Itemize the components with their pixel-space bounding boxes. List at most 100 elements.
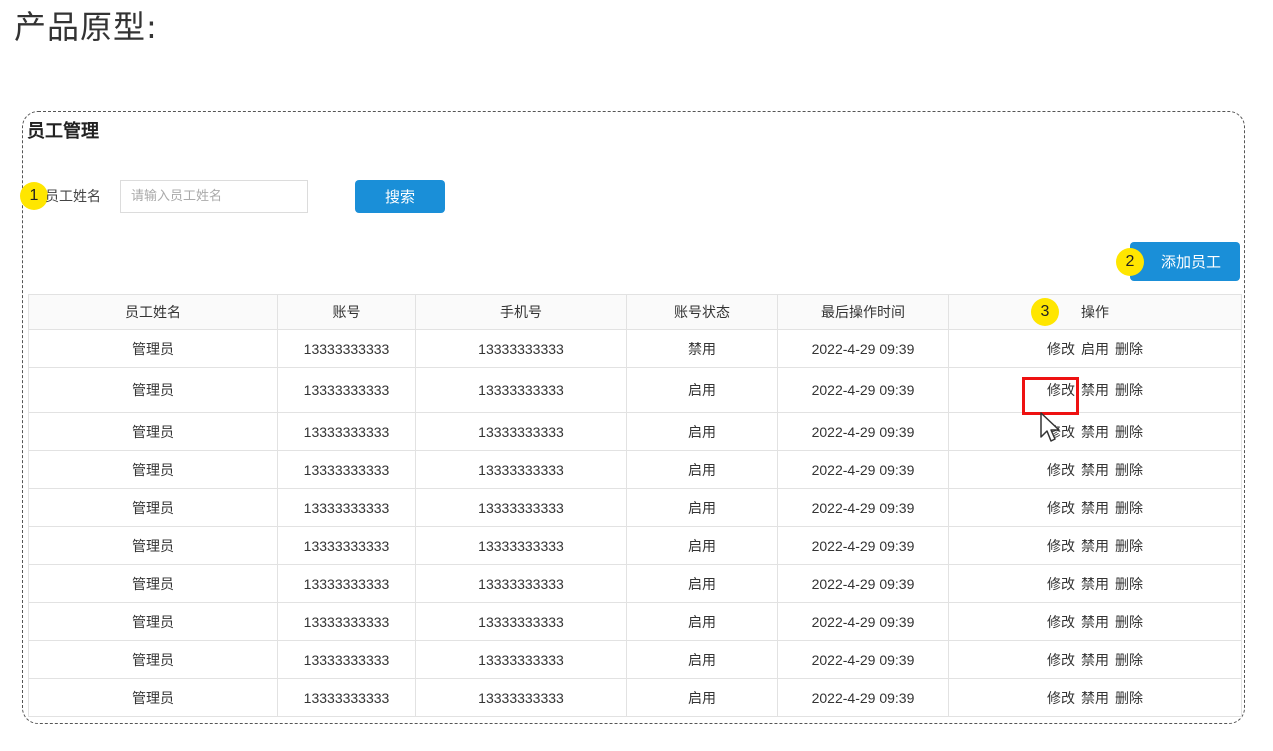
table-row: 管理员 13333333333 13333333333 启用 2022-4-29 09:… [28,678,1242,717]
edit-link[interactable]: 修改 [1047,463,1075,479]
cell-name: 管理员 [28,488,278,527]
table-row: 管理员 13333333333 13333333333 启用 2022-4-29 09:… [28,450,1242,489]
toggle-status-link[interactable]: 禁用 [1081,577,1109,593]
table-row: 管理员 13333333333 13333333333 启用 2022-4-29 09:… [28,640,1242,679]
cell-account: 13333333333 [277,450,416,489]
delete-link[interactable]: 删除 [1115,342,1143,358]
cell-name: 管理员 [28,367,278,413]
cell-actions: 修改 启用 删除 [948,329,1242,368]
cell-actions: 修改 禁用 删除 [948,526,1242,565]
cell-last-op-time: 2022-4-29 09:39 [777,526,949,565]
cell-actions: 修改 禁用 删除 [948,450,1242,489]
cell-status: 禁用 [626,329,778,368]
toggle-status-link[interactable]: 禁用 [1081,501,1109,517]
cell-phone: 13333333333 [415,640,627,679]
edit-link[interactable]: 修改 [1047,539,1075,555]
cell-name: 管理员 [28,450,278,489]
page-title: 产品原型: [14,8,158,46]
cell-phone: 13333333333 [415,678,627,717]
edit-link[interactable]: 修改 [1047,615,1075,631]
delete-link[interactable]: 删除 [1115,615,1143,631]
cell-name: 管理员 [28,602,278,641]
delete-link[interactable]: 删除 [1115,463,1143,479]
cell-account: 13333333333 [277,564,416,603]
cell-account: 13333333333 [277,412,416,451]
cell-actions: 修改 禁用 删除 [948,564,1242,603]
cell-last-op-time: 2022-4-29 09:39 [777,678,949,717]
cell-last-op-time: 2022-4-29 09:39 [777,488,949,527]
edit-link[interactable]: 修改 [1047,691,1075,707]
cell-account: 13333333333 [277,367,416,413]
toggle-status-link[interactable]: 禁用 [1081,425,1109,441]
search-label: 员工姓名 [45,189,101,205]
employee-table: 员工姓名 账号 手机号 账号状态 最后操作时间 操作 管理员 1333333333… [28,294,1242,717]
toggle-status-link[interactable]: 禁用 [1081,615,1109,631]
toggle-status-link[interactable]: 禁用 [1081,383,1109,399]
delete-link[interactable]: 删除 [1115,383,1143,399]
cell-phone: 13333333333 [415,564,627,603]
edit-link[interactable]: 修改 [1047,577,1075,593]
cell-actions: 修改 禁用 删除 [948,678,1242,717]
cell-phone: 13333333333 [415,488,627,527]
highlight-box [1022,377,1079,415]
add-employee-button[interactable]: 添加员工 [1130,242,1240,281]
search-button[interactable]: 搜索 [355,180,445,213]
toggle-status-link[interactable]: 禁用 [1081,463,1109,479]
cell-account: 13333333333 [277,602,416,641]
cell-status: 启用 [626,602,778,641]
annotation-badge-2: 2 [1116,248,1144,276]
column-header-phone: 手机号 [415,294,627,330]
cell-name: 管理员 [28,412,278,451]
table-row: 管理员 13333333333 13333333333 启用 2022-4-29 09:… [28,602,1242,641]
table-row: 管理员 13333333333 13333333333 启用 2022-4-29 09:… [28,526,1242,565]
mouse-cursor-icon [1040,412,1060,442]
cell-status: 启用 [626,367,778,413]
cell-status: 启用 [626,412,778,451]
delete-link[interactable]: 删除 [1115,539,1143,555]
cell-last-op-time: 2022-4-29 09:39 [777,450,949,489]
annotation-badge-3: 3 [1031,298,1059,326]
cell-status: 启用 [626,564,778,603]
toggle-status-link[interactable]: 禁用 [1081,653,1109,669]
cell-phone: 13333333333 [415,412,627,451]
cell-status: 启用 [626,488,778,527]
cell-last-op-time: 2022-4-29 09:39 [777,602,949,641]
toggle-status-link[interactable]: 禁用 [1081,539,1109,555]
cell-last-op-time: 2022-4-29 09:39 [777,412,949,451]
cell-status: 启用 [626,450,778,489]
delete-link[interactable]: 删除 [1115,501,1143,517]
cell-name: 管理员 [28,526,278,565]
cell-account: 13333333333 [277,678,416,717]
column-header-last-op-time: 最后操作时间 [777,294,949,330]
table-row: 管理员 13333333333 13333333333 禁用 2022-4-29 09:… [28,329,1242,368]
cell-last-op-time: 2022-4-29 09:39 [777,367,949,413]
cell-actions: 修改 禁用 删除 [948,412,1242,451]
cell-phone: 13333333333 [415,526,627,565]
delete-link[interactable]: 删除 [1115,577,1143,593]
cell-last-op-time: 2022-4-29 09:39 [777,640,949,679]
table-header-row: 员工姓名 账号 手机号 账号状态 最后操作时间 操作 [28,294,1242,330]
table-row: 管理员 13333333333 13333333333 启用 2022-4-29 09:… [28,564,1242,603]
toggle-status-link[interactable]: 启用 [1081,342,1109,358]
cell-name: 管理员 [28,640,278,679]
column-header-name: 员工姓名 [28,294,278,330]
cell-phone: 13333333333 [415,602,627,641]
edit-link[interactable]: 修改 [1047,501,1075,517]
cell-account: 13333333333 [277,640,416,679]
search-input[interactable] [120,180,308,213]
cell-actions: 修改 禁用 删除 [948,640,1242,679]
cell-name: 管理员 [28,329,278,368]
cell-phone: 13333333333 [415,329,627,368]
delete-link[interactable]: 删除 [1115,653,1143,669]
cell-actions: 修改 禁用 删除 [948,367,1242,413]
cell-last-op-time: 2022-4-29 09:39 [777,329,949,368]
cell-last-op-time: 2022-4-29 09:39 [777,564,949,603]
toggle-status-link[interactable]: 禁用 [1081,691,1109,707]
cell-name: 管理员 [28,564,278,603]
annotation-badge-1: 1 [20,182,48,210]
delete-link[interactable]: 删除 [1115,425,1143,441]
cell-account: 13333333333 [277,488,416,527]
edit-link[interactable]: 修改 [1047,653,1075,669]
edit-link[interactable]: 修改 [1047,342,1075,358]
delete-link[interactable]: 删除 [1115,691,1143,707]
